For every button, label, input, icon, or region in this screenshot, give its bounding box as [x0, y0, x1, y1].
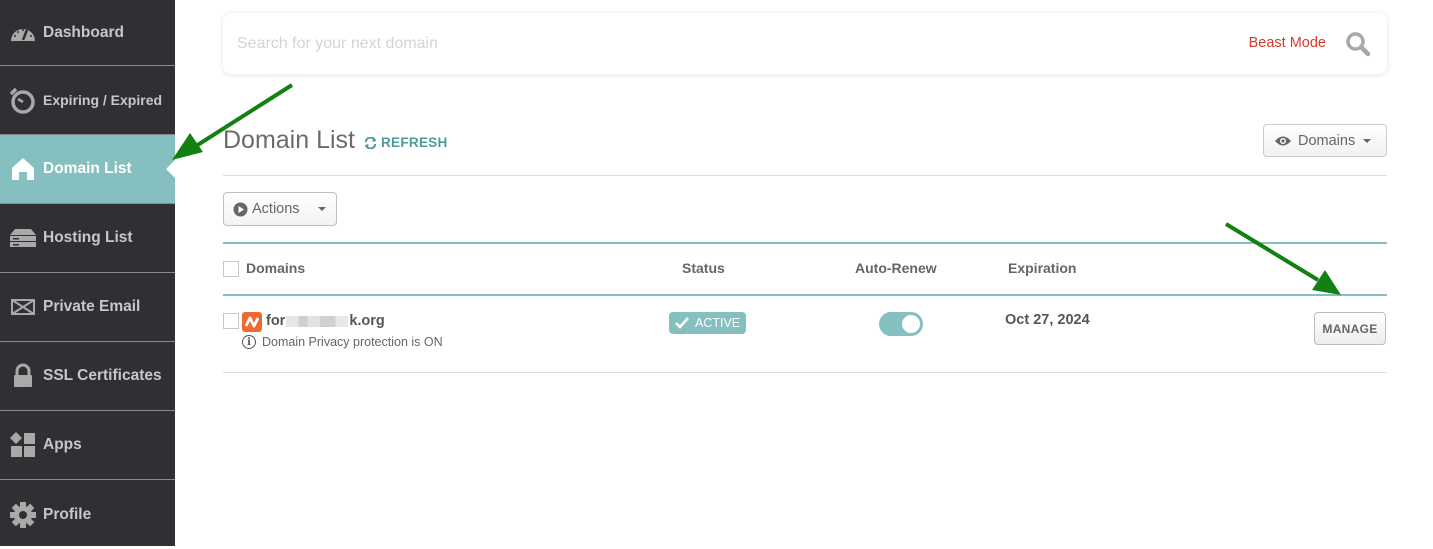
search-icon[interactable]: [1345, 31, 1371, 57]
toggle-knob: [902, 315, 920, 333]
sidebar: Dashboard Expiring / Expired Domain List…: [0, 0, 175, 546]
lock-icon: [8, 361, 38, 391]
checkmark-icon: [675, 317, 689, 329]
sidebar-item-hosting-list[interactable]: Hosting List: [0, 204, 175, 273]
column-header-status: Status: [682, 260, 725, 276]
sidebar-item-dashboard[interactable]: Dashboard: [0, 0, 175, 66]
play-circle-icon: [233, 202, 248, 216]
home-icon: [8, 154, 38, 184]
column-header-auto-renew: Auto-Renew: [855, 260, 937, 276]
sidebar-item-ssl-certificates[interactable]: SSL Certificates: [0, 342, 175, 411]
header-divider: [223, 175, 1387, 176]
actions-label: Actions: [252, 201, 300, 217]
auto-renew-toggle[interactable]: [879, 312, 923, 336]
view-domains-dropdown[interactable]: Domains: [1263, 124, 1387, 157]
sidebar-item-label: Expiring / Expired: [43, 92, 163, 108]
page-title: Domain List: [223, 126, 355, 154]
expiration-date: Oct 27, 2024: [1005, 312, 1090, 328]
gear-icon: [8, 500, 38, 530]
beast-mode-link[interactable]: Beast Mode: [1249, 35, 1326, 51]
view-dropdown-label: Domains: [1298, 132, 1356, 149]
chevron-down-icon: [1363, 138, 1372, 143]
table-header-divider: [223, 294, 1387, 296]
domain-search-input[interactable]: [237, 31, 1137, 57]
stopwatch-icon: [8, 85, 38, 115]
sidebar-item-domain-list[interactable]: Domain List: [0, 135, 175, 204]
domain-search-bar: Beast Mode: [223, 13, 1387, 74]
eye-icon: [1275, 136, 1291, 145]
namecheap-logo-icon: [242, 312, 262, 332]
sidebar-item-label: Domain List: [43, 160, 132, 177]
privacy-note: i Domain Privacy protection is ON: [242, 335, 443, 349]
sidebar-item-label: SSL Certificates: [43, 367, 162, 384]
column-header-expiration[interactable]: Expiration: [1008, 260, 1076, 276]
domain-name-suffix: k.org: [349, 313, 385, 329]
info-icon: i: [242, 335, 256, 349]
sidebar-item-label: Private Email: [43, 298, 141, 315]
column-header-domains[interactable]: Domains: [246, 260, 305, 276]
domain-name-prefix: for: [266, 313, 286, 329]
status-badge: ACTIVE: [669, 312, 746, 334]
row-divider: [223, 372, 1387, 373]
server-icon: [8, 223, 38, 253]
sidebar-item-label: Dashboard: [43, 23, 124, 41]
refresh-icon: [364, 136, 377, 149]
sidebar-item-profile[interactable]: Profile: [0, 480, 175, 549]
sidebar-item-private-email[interactable]: Private Email: [0, 273, 175, 342]
domain-name-redacted: [286, 315, 349, 327]
refresh-button[interactable]: REFRESH: [364, 135, 448, 150]
refresh-label: REFRESH: [381, 135, 448, 150]
sidebar-item-label: Apps: [43, 436, 82, 453]
manage-button[interactable]: MANAGE: [1314, 312, 1386, 345]
apps-icon: [8, 430, 38, 460]
table-top-border: [223, 242, 1387, 244]
dashboard-gauge-icon: [8, 18, 38, 48]
annotation-arrow-manage: [1224, 222, 1341, 295]
sidebar-item-label: Profile: [43, 505, 92, 523]
privacy-note-text: Domain Privacy protection is ON: [262, 335, 443, 349]
status-text: ACTIVE: [695, 316, 741, 330]
domain-name-link[interactable]: for k.org: [266, 313, 385, 329]
select-all-checkbox[interactable]: [223, 261, 239, 277]
row-checkbox[interactable]: [223, 313, 239, 329]
sidebar-item-label: Hosting List: [43, 229, 133, 246]
actions-dropdown[interactable]: Actions: [223, 192, 337, 226]
sidebar-item-apps[interactable]: Apps: [0, 411, 175, 480]
chevron-down-icon: [317, 207, 326, 211]
envelope-icon: [8, 292, 38, 322]
sidebar-item-expiring-expired[interactable]: Expiring / Expired: [0, 66, 175, 135]
